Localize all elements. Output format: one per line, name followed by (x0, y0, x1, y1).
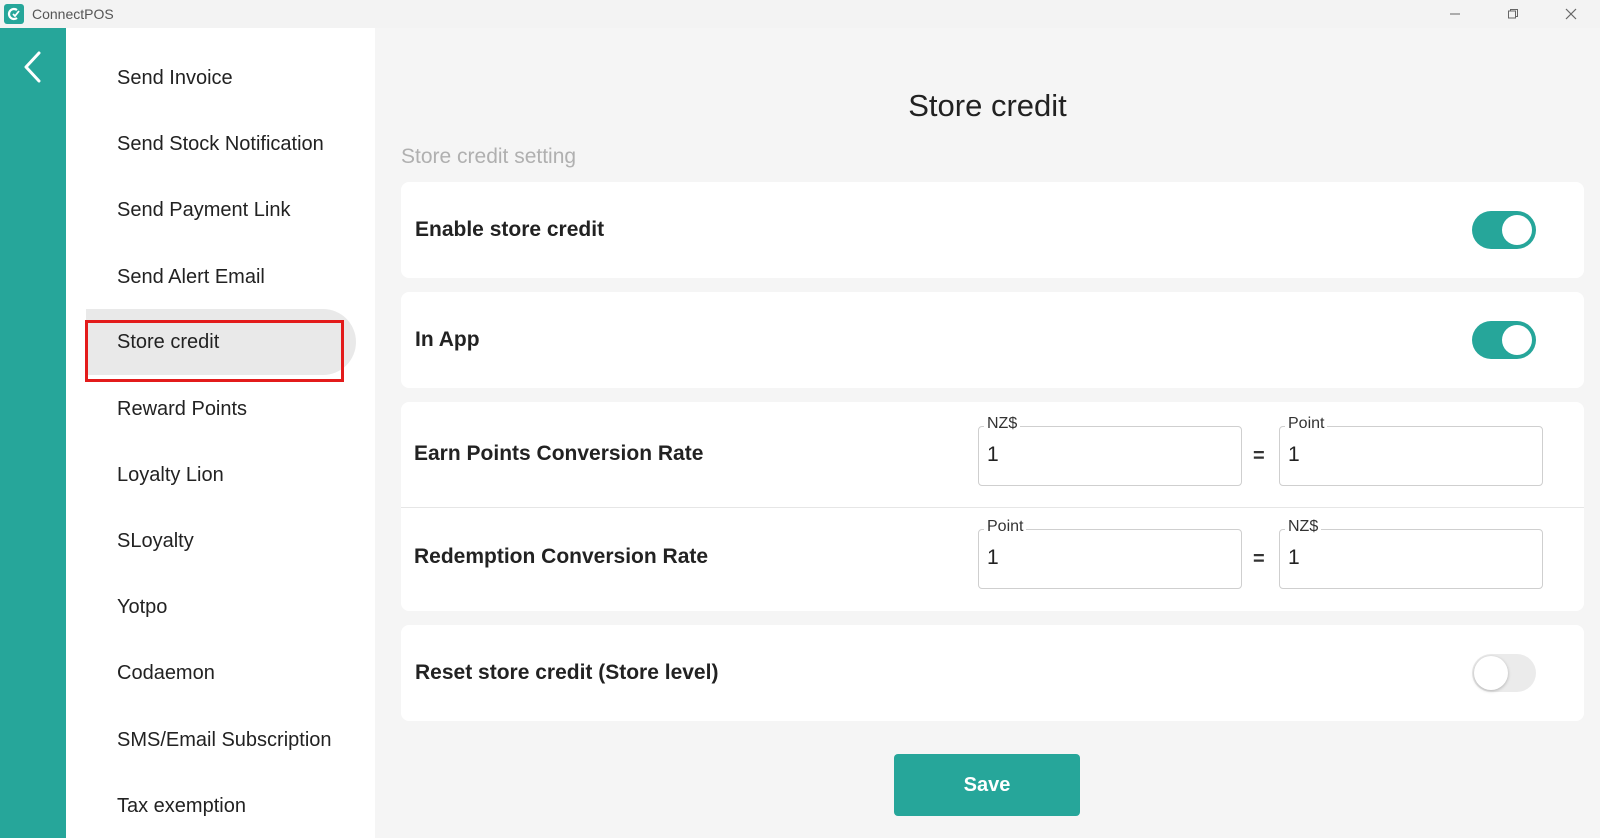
sidebar-item-sloyalty[interactable]: SLoyalty (117, 526, 194, 556)
settings-menu: Send Invoice Send Stock Notification Sen… (66, 28, 375, 838)
sidebar-item-send-stock-notification[interactable]: Send Stock Notification (117, 129, 324, 159)
redemption-point-field[interactable]: Point 1 (978, 518, 1242, 589)
sidebar-item-tax-exemption[interactable]: Tax exemption (117, 791, 246, 821)
earn-point-field[interactable]: Point 1 (1279, 415, 1543, 486)
save-button[interactable]: Save (894, 754, 1080, 816)
section-label: Store credit setting (401, 145, 577, 168)
earn-nz-dollar-field-label: NZ$ (984, 415, 1021, 433)
close-icon[interactable] (1542, 0, 1600, 28)
sidebar-item-yotpo[interactable]: Yotpo (117, 592, 167, 622)
reset-store-credit-toggle[interactable] (1472, 654, 1536, 692)
enable-store-credit-card: Enable store credit (401, 182, 1584, 278)
main-content: Store credit Store credit setting Enable… (375, 28, 1600, 838)
minimize-icon[interactable] (1426, 0, 1484, 28)
redemption-nz-dollar-field[interactable]: NZ$ 1 (1279, 518, 1543, 589)
sidebar-item-sms-email-subscription[interactable]: SMS/Email Subscription (117, 725, 332, 755)
connectpos-logo-icon (4, 4, 24, 24)
window-controls (1426, 0, 1600, 28)
window-titlebar: ConnectPOS (0, 0, 1600, 28)
sidebar-item-loyalty-lion[interactable]: Loyalty Lion (117, 460, 224, 490)
conversion-divider (401, 507, 1584, 508)
back-button[interactable] (18, 50, 48, 84)
earn-points-conversion-rate-label: Earn Points Conversion Rate (414, 442, 704, 465)
in-app-card: In App (401, 292, 1584, 388)
sidebar-item-send-alert-email[interactable]: Send Alert Email (117, 262, 265, 292)
reset-store-credit-card: Reset store credit (Store level) (401, 625, 1584, 721)
redemption-conversion-rate-label: Redemption Conversion Rate (414, 545, 709, 568)
earn-equals-sign: = (1253, 445, 1265, 467)
window-title: ConnectPOS (32, 6, 114, 22)
enable-store-credit-label: Enable store credit (415, 218, 605, 241)
earn-nz-dollar-field[interactable]: NZ$ 1 (978, 415, 1242, 486)
redemption-nz-dollar-field-label: NZ$ (1285, 518, 1322, 536)
in-app-toggle[interactable] (1472, 321, 1536, 359)
left-rail (0, 28, 66, 838)
page-title: Store credit (908, 88, 1067, 123)
enable-store-credit-toggle[interactable] (1472, 211, 1536, 249)
conversion-rates-card: Earn Points Conversion Rate NZ$ 1 = Poin… (401, 402, 1584, 611)
reset-store-credit-label: Reset store credit (Store level) (415, 661, 719, 684)
chevron-left-icon (24, 51, 41, 83)
redemption-nz-dollar-field-value: 1 (1288, 546, 1300, 569)
redemption-point-field-value: 1 (987, 546, 999, 569)
sidebar-item-codaemon[interactable]: Codaemon (117, 658, 215, 688)
redemption-equals-sign: = (1253, 548, 1265, 570)
earn-point-field-value: 1 (1288, 443, 1300, 466)
sidebar-item-reward-points[interactable]: Reward Points (117, 394, 247, 424)
earn-point-field-label: Point (1285, 415, 1328, 433)
earn-nz-dollar-field-value: 1 (987, 443, 999, 466)
redemption-point-field-label: Point (984, 518, 1027, 536)
in-app-label: In App (415, 328, 480, 351)
sidebar-item-send-invoice[interactable]: Send Invoice (117, 63, 233, 93)
highlight-annotation-box (85, 320, 344, 382)
sidebar-item-send-payment-link[interactable]: Send Payment Link (117, 195, 290, 225)
restore-icon[interactable] (1484, 0, 1542, 28)
